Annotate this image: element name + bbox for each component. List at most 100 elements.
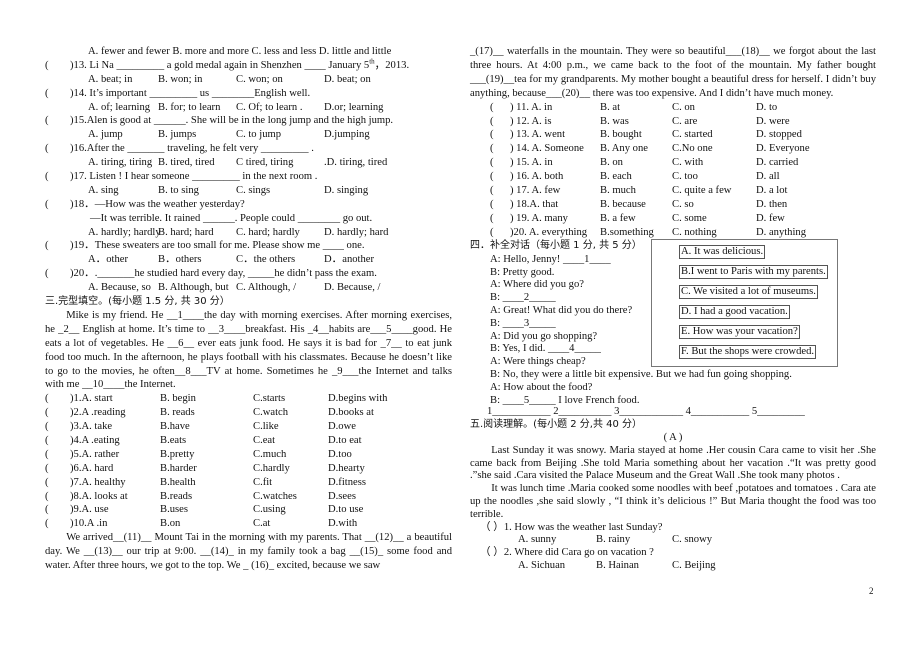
answer-paren: ( bbox=[45, 435, 49, 447]
dialogue-choices-box: A. It was delicious. B.I went to Paris wi… bbox=[651, 239, 838, 367]
option: )1.A. start bbox=[70, 393, 113, 405]
option: ) 19. A. many bbox=[510, 212, 568, 224]
option: B．others bbox=[158, 254, 202, 266]
answer-paren[interactable]: ( bbox=[45, 87, 70, 101]
option: B. to sing bbox=[158, 184, 199, 196]
option: ) 18.A. that bbox=[510, 198, 559, 210]
choice-item: C. We visited a lot of museums. bbox=[679, 285, 818, 299]
option: C. quite a few bbox=[672, 184, 732, 196]
question-options: A. hardly; hardly B. hard; hard C. hard; h… bbox=[45, 226, 452, 240]
answer-paren: ( bbox=[490, 115, 494, 127]
option: D. Everyone bbox=[756, 143, 810, 155]
answer-paren: ( bbox=[490, 212, 494, 224]
cloze-question: () 12. A. is B. was C. are D. were bbox=[470, 115, 876, 129]
option: D. were bbox=[756, 115, 790, 127]
option: C. Beijing bbox=[672, 559, 716, 571]
answer-paren[interactable]: ( bbox=[45, 170, 70, 184]
answer-paren[interactable]: ( bbox=[45, 267, 70, 281]
question-text: )17. Listen ! I hear someone _________ i… bbox=[70, 171, 318, 183]
option: B. rainy bbox=[596, 534, 631, 546]
option: A. beat; in bbox=[88, 73, 133, 85]
cloze-question: () 18.A. that B. because C. so D. then bbox=[470, 198, 876, 212]
option: D.hearty bbox=[328, 462, 365, 474]
option: )3.A. take bbox=[70, 421, 113, 433]
cloze-question: () 16. A. both B. each C. too D. all bbox=[470, 170, 876, 184]
answer-paren[interactable]: ( bbox=[45, 142, 70, 156]
question: ()20．._______he studied hard every day, … bbox=[45, 267, 452, 281]
choice-item: A. It was delicious. bbox=[679, 245, 766, 259]
choice-item: F. But the shops were crowded. bbox=[679, 345, 817, 359]
option: D. Because, / bbox=[324, 282, 381, 294]
answer-paren: ( bbox=[45, 518, 49, 530]
option: D. singing bbox=[324, 184, 369, 196]
option: B. tired, tired bbox=[158, 157, 215, 169]
option: C. with bbox=[672, 157, 704, 169]
question-options: A. jump B. jumps C. to jump D.jumping bbox=[45, 128, 452, 142]
option: B. each bbox=[600, 171, 632, 183]
option: B. Any one bbox=[600, 143, 648, 155]
question: ()16.After the _______ traveling, he fel… bbox=[45, 142, 452, 156]
question: ()18．—How was the weather yesterday? bbox=[45, 198, 452, 212]
option: C.hardly bbox=[253, 462, 290, 474]
answer-paren[interactable]: ( bbox=[45, 198, 70, 212]
page-number: 2 bbox=[869, 586, 874, 596]
option: D.to eat bbox=[328, 435, 362, 447]
reading-question: （ ）1. How was the weather last Sunday? bbox=[480, 521, 663, 533]
cloze-question: () 19. A. many B. a few C. some D. few bbox=[470, 212, 876, 226]
option: D. stopped bbox=[756, 129, 802, 141]
answer-line: 1___________ 2__________ 3____________ 4… bbox=[487, 406, 805, 418]
question: ()15.Alen is good at ______. She will be… bbox=[45, 114, 452, 128]
answer-paren: ( bbox=[490, 184, 494, 196]
option: B. for; to learn bbox=[158, 101, 221, 113]
question-text: )20．._______he studied hard every day, _… bbox=[70, 268, 377, 280]
question-text: )13. Li Na _________ a gold medal again … bbox=[70, 59, 370, 71]
option: ) 15. A. in bbox=[510, 157, 553, 169]
option: B. reads bbox=[160, 407, 195, 419]
option: C. snowy bbox=[672, 534, 713, 546]
answer-paren: ( bbox=[490, 226, 494, 238]
reading-paragraph: It was lunch time .Maria cooked some noo… bbox=[470, 483, 876, 520]
option: A. Sichuan bbox=[518, 559, 566, 571]
option: B.uses bbox=[160, 504, 188, 516]
option: C.much bbox=[253, 448, 287, 460]
option: D.or; learning bbox=[324, 101, 384, 113]
option: C. so bbox=[672, 198, 694, 210]
option: ) 11. A. in bbox=[510, 101, 553, 113]
option: C. nothing bbox=[672, 226, 717, 238]
option: ) 12. A. is bbox=[510, 115, 552, 127]
option: D. anything bbox=[756, 226, 807, 238]
option: C. too bbox=[672, 171, 698, 183]
option: C.like bbox=[253, 421, 279, 433]
answer-paren[interactable]: ( bbox=[45, 114, 70, 128]
answer-paren: ( bbox=[45, 421, 49, 433]
option: B. jumps bbox=[158, 129, 197, 141]
answer-paren[interactable]: ( bbox=[45, 239, 70, 253]
question-subline: —It was terrible. It rained ______. Peop… bbox=[90, 212, 373, 224]
option: C.eat bbox=[253, 435, 276, 447]
cloze-question: () 14. A. Someone B. Any one C.No one D. Ev… bbox=[470, 142, 876, 156]
question-options: A. fewer and fewer B. more and more C. l… bbox=[88, 46, 392, 57]
question-options: A. sing B. to sing C. sings D. singing bbox=[45, 184, 452, 198]
option: B.on bbox=[160, 518, 181, 530]
option: C. are bbox=[672, 115, 698, 127]
cloze-question: () 13. A. went B. bought C. started D. stop… bbox=[470, 128, 876, 142]
answer-paren: ( bbox=[490, 143, 494, 155]
dialogue-line: B: No, they were a little bit expensive.… bbox=[490, 369, 792, 380]
option: )5.A. rather bbox=[70, 448, 120, 460]
cloze-question: ()5.A. rather B.pretty C.much D.too bbox=[45, 448, 452, 462]
question: ()19．These sweaters are too small for me… bbox=[45, 239, 452, 253]
option: B.pretty bbox=[160, 448, 195, 460]
option: B. much bbox=[600, 184, 636, 196]
option: B. a few bbox=[600, 212, 636, 224]
option: B.have bbox=[160, 421, 190, 433]
answer-paren[interactable]: ( bbox=[45, 59, 70, 73]
option: D.with bbox=[328, 518, 358, 530]
reading-options: A. Sichuan B. Hainan C. Beijing bbox=[470, 560, 876, 573]
cloze-question: ()8.A. looks at B.reads C.watches D.sees bbox=[45, 490, 452, 504]
option: )6.A. hard bbox=[70, 462, 114, 474]
option: )8.A. looks at bbox=[70, 490, 128, 502]
option: B. on bbox=[600, 157, 623, 169]
cloze-question: ()9.A. use B.uses C.using D.to use bbox=[45, 503, 452, 517]
answer-paren: ( bbox=[45, 393, 49, 405]
answer-paren: ( bbox=[490, 101, 494, 113]
